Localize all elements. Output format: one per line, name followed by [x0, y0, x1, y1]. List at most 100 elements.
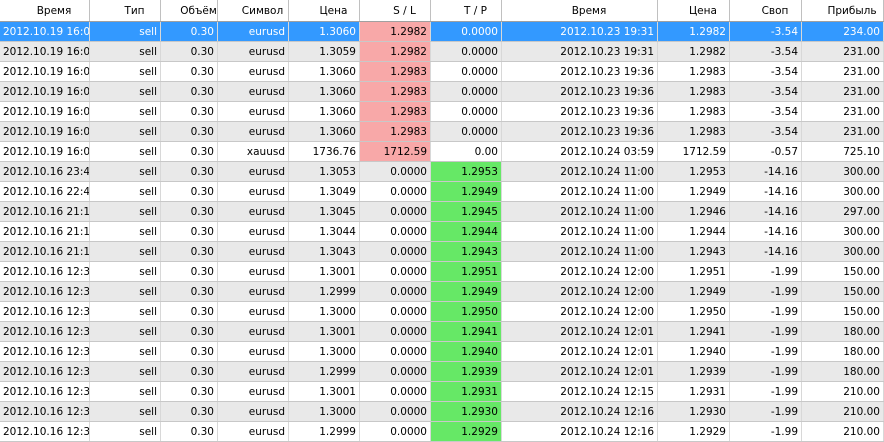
- cell-close-time: 2012.10.23 19:31: [502, 22, 658, 41]
- table-row[interactable]: 2012.10.16 12:36 sell 0.30 eurusd 1.2999 0.00…: [0, 362, 884, 382]
- cell-type: sell: [90, 282, 161, 301]
- cell-type: sell: [90, 302, 161, 321]
- cell-type: sell: [90, 162, 161, 181]
- cell-close-price: 1.2931: [658, 382, 730, 401]
- column-header-type[interactable]: Тип: [90, 0, 161, 21]
- column-header-take-profit[interactable]: T / P: [431, 0, 502, 21]
- cell-type: sell: [90, 382, 161, 401]
- cell-stop-loss: 1.2983: [360, 62, 431, 81]
- cell-symbol: eurusd: [218, 242, 289, 261]
- cell-type: sell: [90, 42, 161, 61]
- cell-swap: -1.99: [730, 302, 802, 321]
- cell-volume: 0.30: [161, 122, 218, 141]
- cell-symbol: eurusd: [218, 262, 289, 281]
- cell-profit: 150.00: [802, 262, 884, 281]
- table-row[interactable]: 2012.10.19 16:02 sell 0.30 xauusd 1736.76 171…: [0, 142, 884, 162]
- cell-profit: 231.00: [802, 62, 884, 81]
- table-row[interactable]: 2012.10.16 12:35 sell 0.30 eurusd 1.3000 0.00…: [0, 402, 884, 422]
- table-row[interactable]: 2012.10.16 12:36 sell 0.30 eurusd 1.3000 0.00…: [0, 342, 884, 362]
- cell-profit: 725.10: [802, 142, 884, 161]
- cell-symbol: eurusd: [218, 22, 289, 41]
- cell-close-time: 2012.10.24 12:01: [502, 322, 658, 341]
- cell-type: sell: [90, 242, 161, 261]
- cell-close-price: 1.2953: [658, 162, 730, 181]
- cell-take-profit: 1.2943: [431, 242, 502, 261]
- column-header-swap[interactable]: Своп: [730, 0, 802, 21]
- cell-close-price: 1.2983: [658, 82, 730, 101]
- cell-type: sell: [90, 82, 161, 101]
- cell-open-price: 1.3043: [289, 242, 360, 261]
- cell-type: sell: [90, 202, 161, 221]
- column-header-open-time[interactable]: Время: [0, 0, 90, 21]
- cell-profit: 234.00: [802, 22, 884, 41]
- column-header-symbol[interactable]: Символ: [218, 0, 289, 21]
- cell-open-time: 2012.10.16 23:40: [0, 162, 90, 181]
- column-header-profit[interactable]: Прибыль: [802, 0, 884, 21]
- cell-profit: 210.00: [802, 382, 884, 401]
- table-row[interactable]: 2012.10.16 12:36 sell 0.30 eurusd 1.3000 0.00…: [0, 302, 884, 322]
- table-row[interactable]: 2012.10.19 16:01 sell 0.30 eurusd 1.3059 1.29…: [0, 42, 884, 62]
- cell-open-price: 1.3000: [289, 302, 360, 321]
- cell-swap: -1.99: [730, 422, 802, 441]
- cell-close-price: 1.2949: [658, 282, 730, 301]
- cell-volume: 0.30: [161, 222, 218, 241]
- table-row[interactable]: 2012.10.16 22:41 sell 0.30 eurusd 1.3049 0.00…: [0, 182, 884, 202]
- cell-take-profit: 1.2949: [431, 282, 502, 301]
- cell-open-time: 2012.10.16 21:14: [0, 242, 90, 261]
- cell-open-price: 1.3060: [289, 82, 360, 101]
- cell-type: sell: [90, 342, 161, 361]
- cell-close-price: 1.2944: [658, 222, 730, 241]
- cell-close-price: 1.2949: [658, 182, 730, 201]
- cell-symbol: eurusd: [218, 102, 289, 121]
- cell-stop-loss: 1.2983: [360, 102, 431, 121]
- cell-take-profit: 0.0000: [431, 42, 502, 61]
- column-header-volume[interactable]: Объём: [161, 0, 218, 21]
- cell-open-price: 1.3060: [289, 122, 360, 141]
- table-row[interactable]: 2012.10.16 12:36 sell 0.30 eurusd 1.3001 0.00…: [0, 322, 884, 342]
- cell-close-price: 1.2983: [658, 62, 730, 81]
- table-row[interactable]: 2012.10.16 21:16 sell 0.30 eurusd 1.3045 0.00…: [0, 202, 884, 222]
- table-row[interactable]: 2012.10.19 16:00 sell 0.30 eurusd 1.3060 1.29…: [0, 122, 884, 142]
- table-row[interactable]: 2012.10.16 12:35 sell 0.30 eurusd 1.3001 0.00…: [0, 262, 884, 282]
- cell-profit: 231.00: [802, 102, 884, 121]
- cell-symbol: eurusd: [218, 282, 289, 301]
- cell-profit: 300.00: [802, 222, 884, 241]
- table-row[interactable]: 2012.10.19 16:01 sell 0.30 eurusd 1.3060 1.29…: [0, 62, 884, 82]
- cell-close-time: 2012.10.24 12:00: [502, 302, 658, 321]
- table-row[interactable]: 2012.10.16 21:13 sell 0.30 eurusd 1.3044 0.00…: [0, 222, 884, 242]
- cell-swap: -1.99: [730, 282, 802, 301]
- cell-type: sell: [90, 322, 161, 341]
- cell-stop-loss: 0.0000: [360, 202, 431, 221]
- cell-open-time: 2012.10.16 12:36: [0, 322, 90, 341]
- cell-profit: 231.00: [802, 42, 884, 61]
- table-row[interactable]: 2012.10.16 12:37 sell 0.30 eurusd 1.2999 0.00…: [0, 282, 884, 302]
- cell-profit: 300.00: [802, 162, 884, 181]
- cell-volume: 0.30: [161, 42, 218, 61]
- cell-open-price: 1.2999: [289, 362, 360, 381]
- cell-symbol: eurusd: [218, 82, 289, 101]
- table-row[interactable]: 2012.10.19 16:01 sell 0.30 eurusd 1.3060 1.29…: [0, 22, 884, 42]
- table-row[interactable]: 2012.10.16 12:36 sell 0.30 eurusd 1.2999 0.00…: [0, 422, 884, 442]
- cell-open-time: 2012.10.16 12:35: [0, 402, 90, 421]
- column-header-close-price[interactable]: Цена: [658, 0, 730, 21]
- cell-take-profit: 1.2944: [431, 222, 502, 241]
- cell-symbol: eurusd: [218, 122, 289, 141]
- cell-symbol: eurusd: [218, 162, 289, 181]
- cell-close-price: 1712.59: [658, 142, 730, 161]
- cell-take-profit: 1.2945: [431, 202, 502, 221]
- cell-swap: -3.54: [730, 42, 802, 61]
- column-header-stop-loss[interactable]: S / L: [360, 0, 431, 21]
- cell-volume: 0.30: [161, 142, 218, 161]
- table-row[interactable]: 2012.10.16 21:14 sell 0.30 eurusd 1.3043 0.00…: [0, 242, 884, 262]
- table-row[interactable]: 2012.10.19 16:01 sell 0.30 eurusd 1.3060 1.29…: [0, 102, 884, 122]
- cell-open-price: 1.3001: [289, 262, 360, 281]
- table-row[interactable]: 2012.10.16 23:40 sell 0.30 eurusd 1.3053 0.00…: [0, 162, 884, 182]
- cell-swap: -14.16: [730, 162, 802, 181]
- table-row[interactable]: 2012.10.19 16:00 sell 0.30 eurusd 1.3060 1.29…: [0, 82, 884, 102]
- cell-symbol: eurusd: [218, 422, 289, 441]
- column-header-open-price[interactable]: Цена: [289, 0, 360, 21]
- cell-close-time: 2012.10.24 12:16: [502, 402, 658, 421]
- column-header-close-time[interactable]: Время: [502, 0, 658, 21]
- cell-swap: -14.16: [730, 222, 802, 241]
- table-row[interactable]: 2012.10.16 12:37 sell 0.30 eurusd 1.3001 0.00…: [0, 382, 884, 402]
